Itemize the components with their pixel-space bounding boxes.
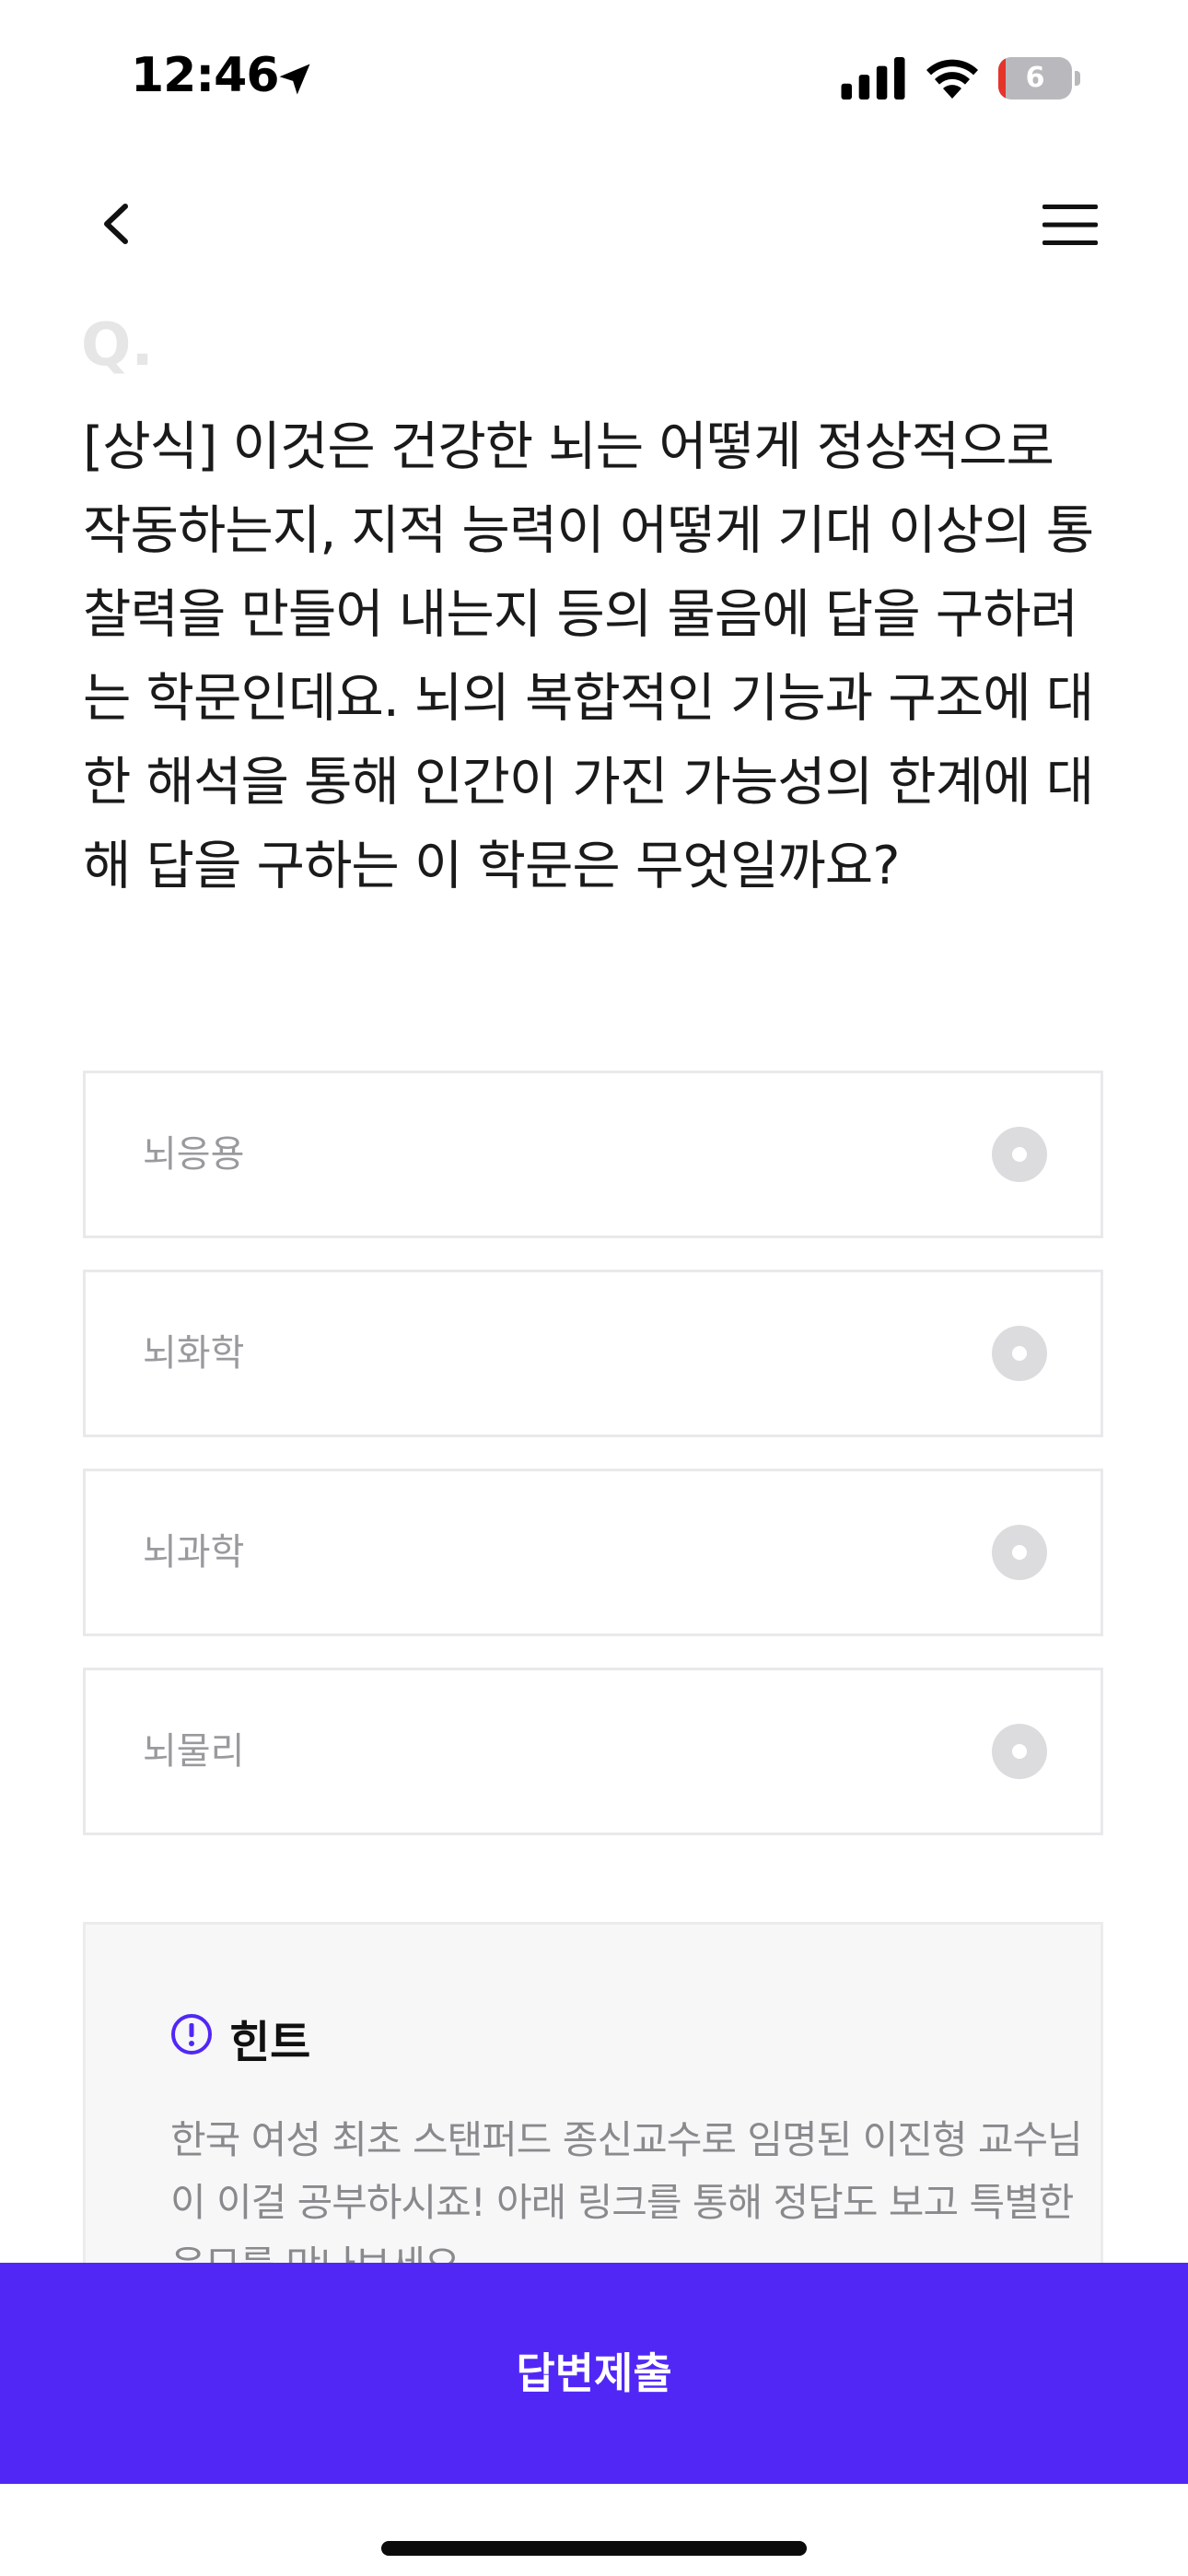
answer-option-label: 뇌물리 [143, 1730, 245, 1773]
hint-title: 힌트 [229, 2017, 311, 2068]
battery-icon: 6 [998, 57, 1081, 100]
answer-option-3[interactable]: 뇌과학 [83, 1469, 1103, 1636]
menu-button[interactable] [1039, 201, 1101, 249]
battery-cap [1075, 71, 1080, 86]
radio-icon [992, 1326, 1047, 1381]
submit-answer-button[interactable]: 답변제출 [0, 2263, 1188, 2484]
radio-icon [992, 1525, 1047, 1580]
answer-option-label: 뇌과학 [143, 1531, 245, 1574]
answer-option-2[interactable]: 뇌화학 [83, 1270, 1103, 1437]
answer-option-label: 뇌응용 [143, 1133, 245, 1176]
hamburger-menu-icon [1042, 205, 1098, 245]
battery-body: 6 [998, 57, 1072, 100]
answer-option-1[interactable]: 뇌응용 [83, 1071, 1103, 1238]
status-bar: 12:46 6 [0, 0, 1188, 157]
answer-option-label: 뇌화학 [143, 1332, 245, 1375]
hint-box: 힌트 한국 여성 최초 스탠퍼드 종신교수로 임명된 이진형 교수님이 이걸 공… [83, 1922, 1103, 2290]
wifi-icon [926, 59, 978, 99]
cellular-signal-icon [841, 57, 905, 100]
answer-option-4[interactable]: 뇌물리 [83, 1668, 1103, 1835]
question-marker: Q. [81, 311, 154, 380]
location-arrow-icon [279, 64, 310, 95]
exclamation-circle-icon [171, 2014, 212, 2055]
chevron-left-icon [104, 204, 128, 244]
battery-level: 6 [1025, 62, 1045, 94]
home-indicator [381, 2541, 807, 2556]
back-button[interactable] [88, 192, 144, 256]
question-text: [상식] 이것은 건강한 뇌는 어떻게 정상적으로 작동하는지, 지적 능력이 … [83, 416, 1094, 896]
status-time: 12:46 [131, 48, 280, 103]
radio-icon [992, 1724, 1047, 1779]
radio-icon [992, 1127, 1047, 1182]
